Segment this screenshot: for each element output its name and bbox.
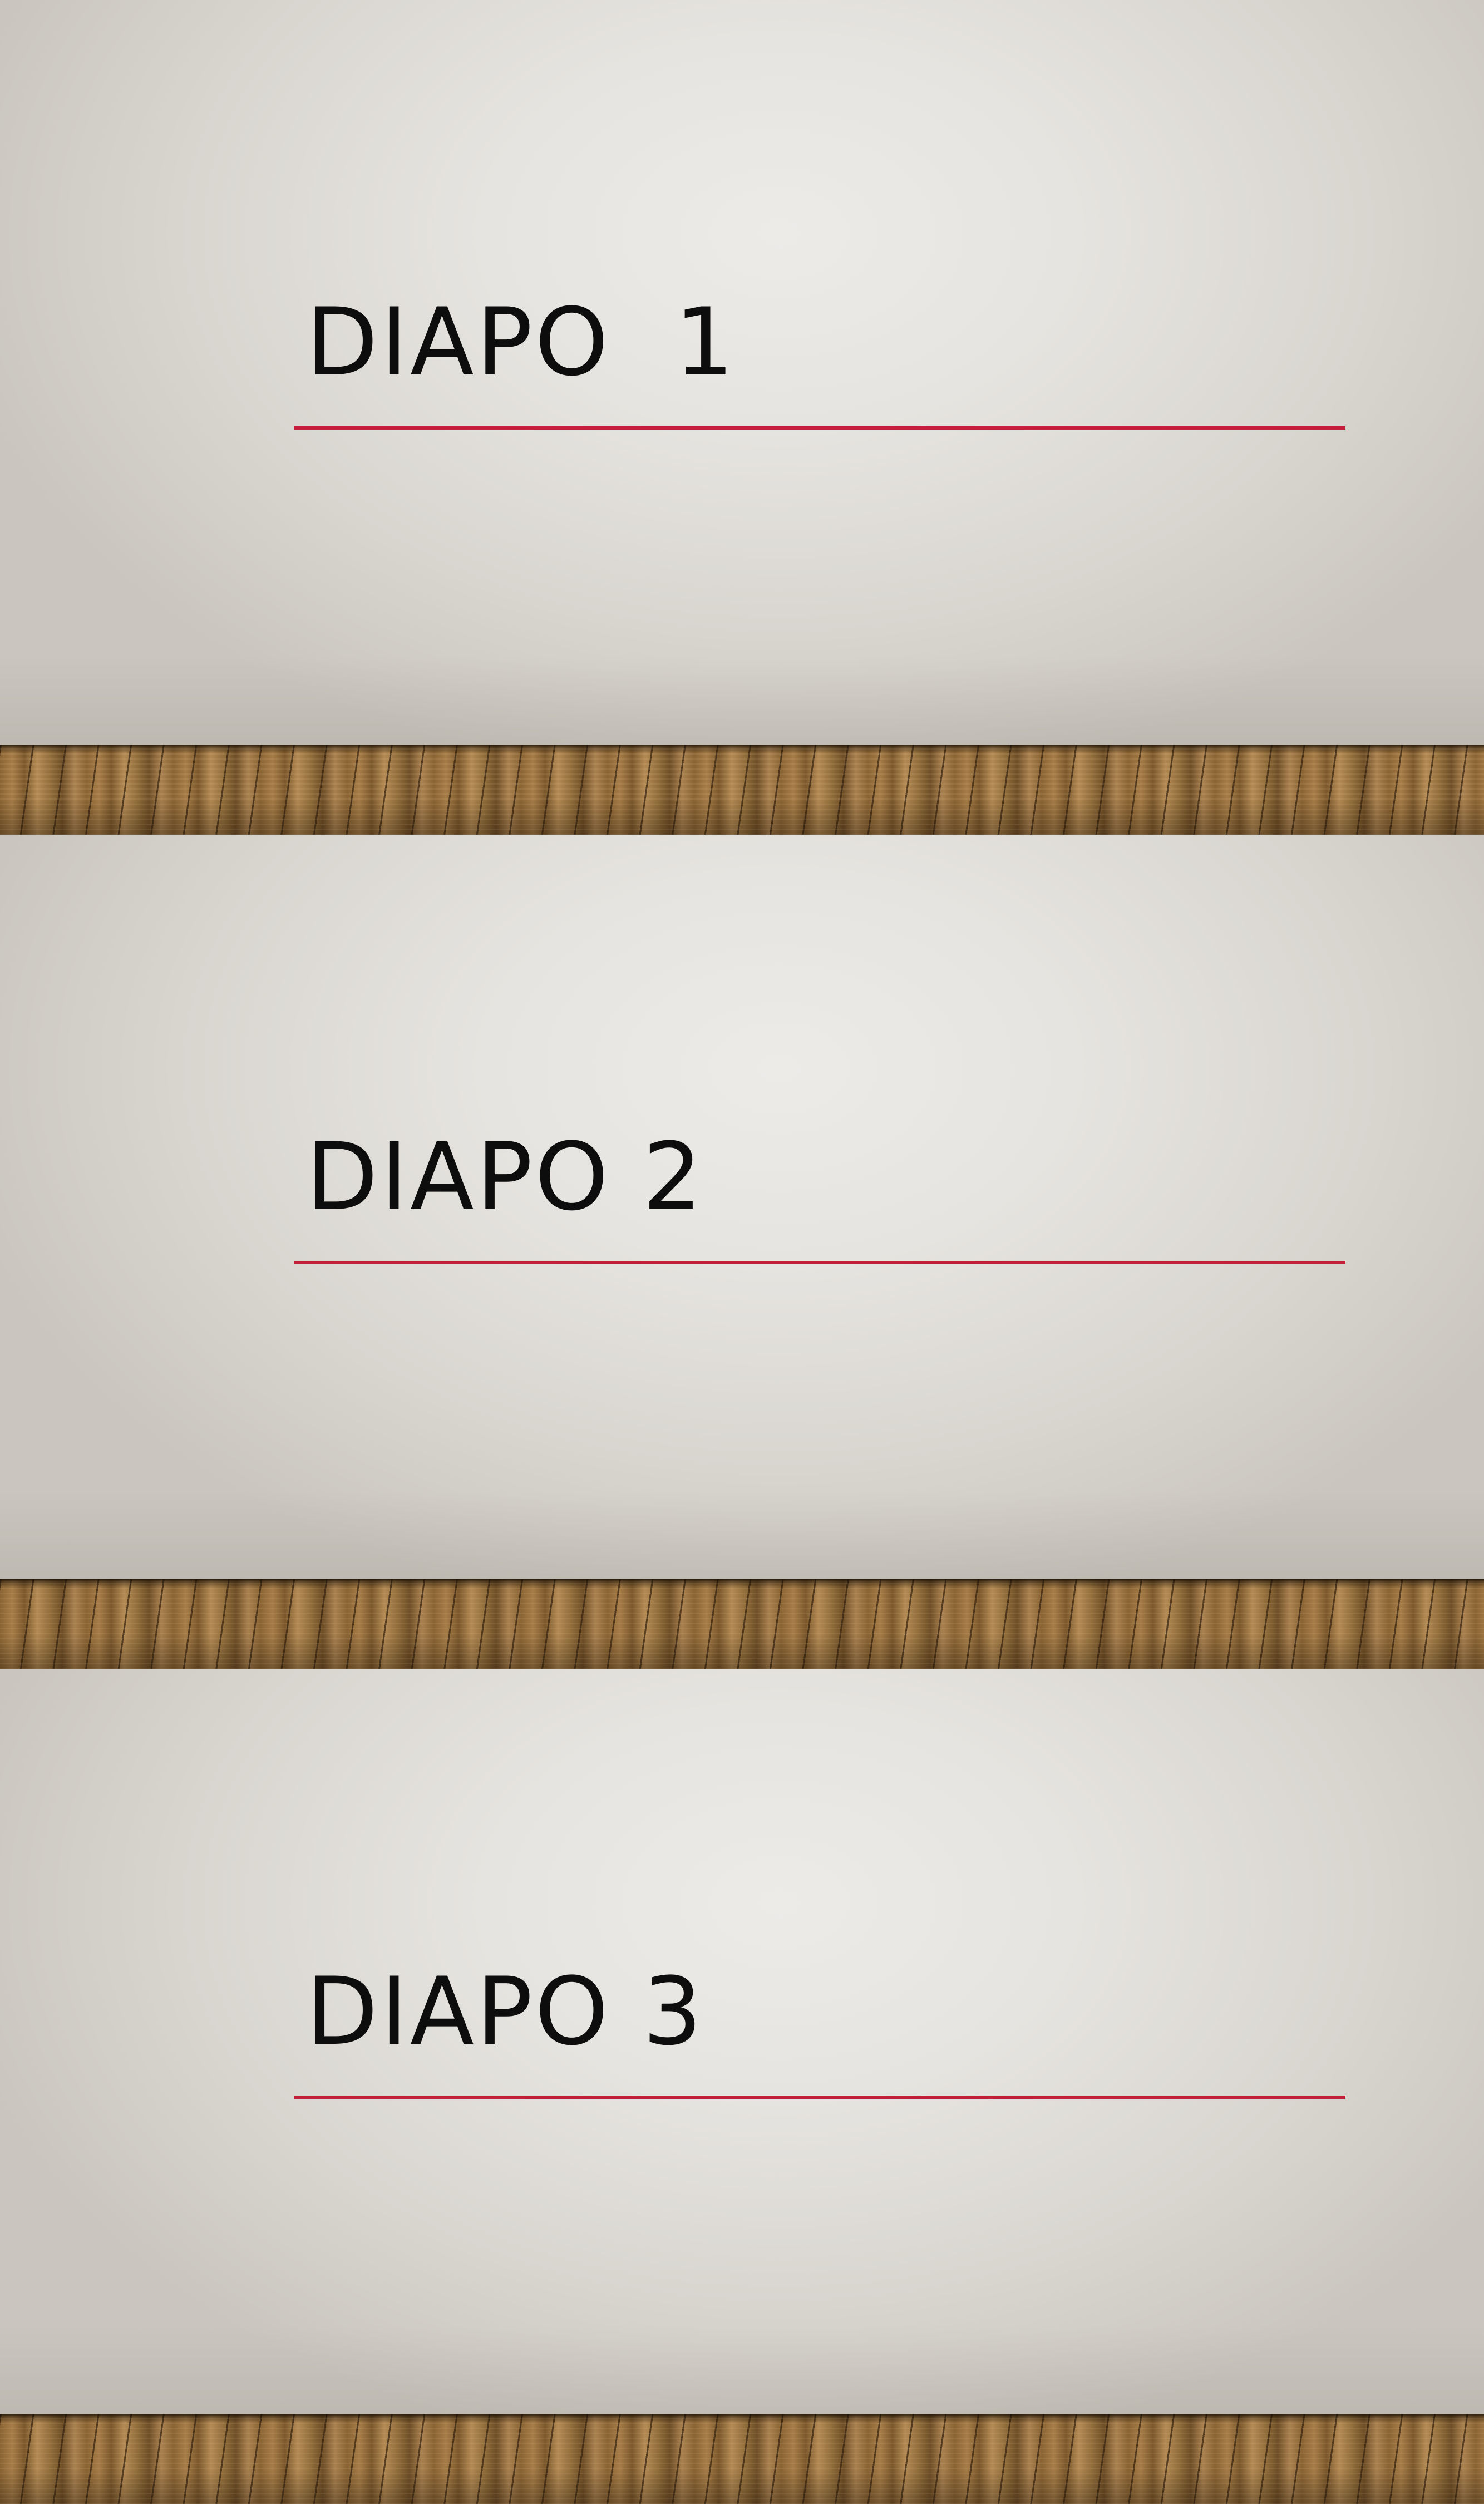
slide-title: DIAPO 1 (306, 288, 737, 397)
slide-background-wall (0, 0, 1484, 745)
slide-3: DIAPO 3 (0, 1669, 1484, 2504)
wood-floor-image (0, 1579, 1484, 1669)
title-underline (294, 1261, 1345, 1264)
slide-background-wall (0, 1669, 1484, 2414)
wood-floor-image (0, 2414, 1484, 2504)
title-underline (294, 426, 1345, 430)
slide-title: DIAPO 3 (306, 1957, 704, 2066)
slide-2: DIAPO 2 (0, 835, 1484, 1669)
slide-title: DIAPO 2 (306, 1122, 704, 1231)
title-underline (294, 2096, 1345, 2099)
wood-floor-image (0, 745, 1484, 835)
slide-background-wall (0, 835, 1484, 1579)
slide-1: DIAPO 1 (0, 0, 1484, 835)
